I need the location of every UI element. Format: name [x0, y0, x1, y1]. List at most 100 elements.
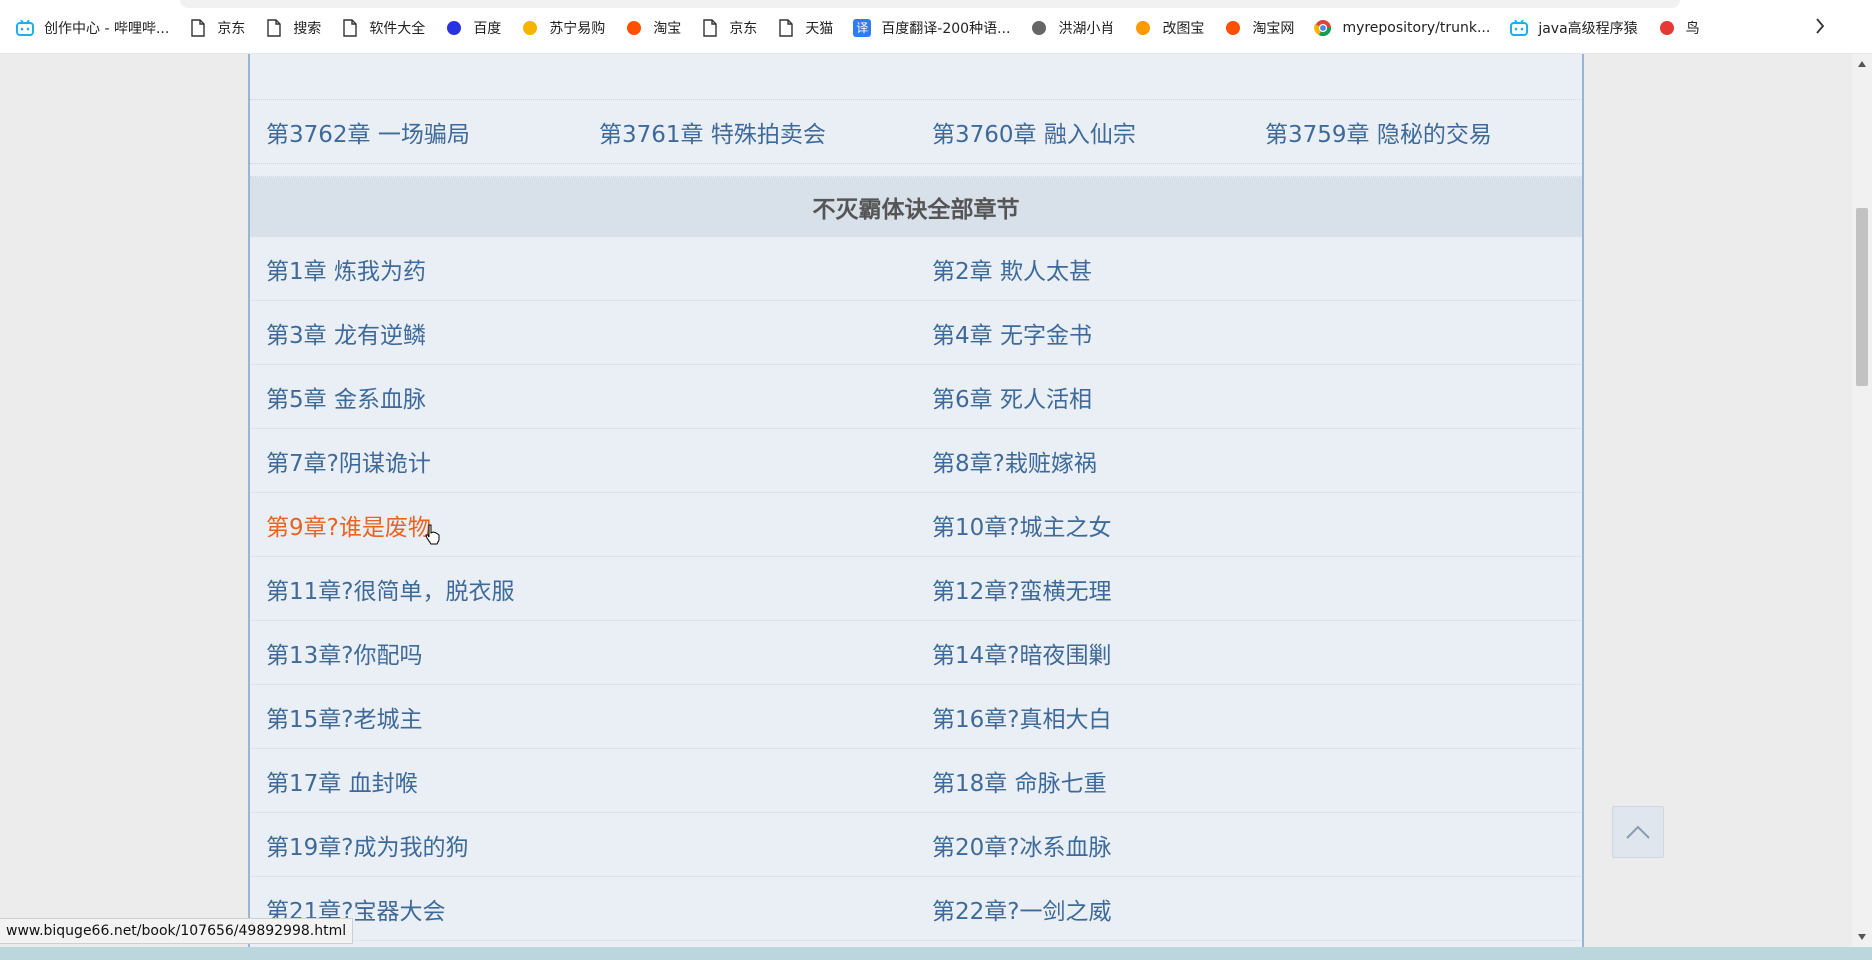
bookmarks-bar: 创作中心 - 哔哩哔... 京东 搜索 软件大全 百度 苏宁易购 淘宝 京东 天猫 译百度翻译-2… — [0, 0, 1872, 54]
bookmark-label: 淘宝 — [653, 21, 682, 37]
hand-cursor-icon — [425, 524, 440, 545]
section-title: 不灭霸体诀全部章节 — [250, 177, 1582, 237]
page-icon — [265, 19, 283, 37]
bookmark-item[interactable]: 搜索 — [265, 18, 321, 38]
scrollbar-thumb[interactable] — [1856, 208, 1868, 386]
chapter-row: 第17章 血封喉 第18章 命脉七重 — [250, 749, 1582, 813]
chapter-row: 第7章?阴谋诡计 第8章?栽赃嫁祸 — [250, 429, 1582, 493]
chapter-link[interactable]: 第15章?老城主 — [250, 685, 916, 748]
chapter-link[interactable]: 第9章?谁是废物 — [250, 493, 916, 556]
bookmark-label: 软件大全 — [369, 21, 426, 37]
chapter-row: 第15章?老城主 第16章?真相大白 — [250, 685, 1582, 749]
chapter-link[interactable]: 第18章 命脉七重 — [916, 749, 1582, 812]
bookmark-item[interactable]: 鸟 — [1658, 18, 1700, 38]
chapter-row: 第21章?宝器大会 第22章?一剑之威 — [250, 877, 1582, 941]
chapter-link[interactable] — [1249, 54, 1582, 99]
chapter-link[interactable]: 第16章?真相大白 — [916, 685, 1582, 748]
bookmark-item[interactable]: 译百度翻译-200种语... — [853, 18, 1010, 38]
gaitubao-icon — [1134, 19, 1152, 37]
bookmark-label: 天猫 — [805, 21, 834, 37]
page-icon — [701, 19, 719, 37]
section-gap — [250, 164, 1582, 177]
suning-icon — [521, 19, 539, 37]
chapter-link[interactable]: 第5章 金系血脉 — [250, 365, 916, 428]
chapter-link[interactable]: 第3760章 融入仙宗 — [916, 100, 1249, 163]
chapter-link[interactable]: 第7章?阴谋诡计 — [250, 429, 916, 492]
page-icon — [341, 19, 359, 37]
baidu-paw-icon — [445, 19, 463, 37]
bookmark-label: java高级程序猿 — [1538, 21, 1638, 37]
chapter-link[interactable]: 第3762章 一场骗局 — [250, 100, 583, 163]
bookmark-label: 搜索 — [293, 21, 322, 37]
chapter-link[interactable]: 第13章?你配吗 — [250, 621, 916, 684]
chapter-link[interactable]: 第14章?暗夜围剿 — [916, 621, 1582, 684]
bilibili-icon — [16, 19, 34, 37]
back-to-top-button[interactable] — [1612, 806, 1664, 858]
vertical-scrollbar[interactable] — [1852, 54, 1872, 947]
chapter-link[interactable] — [583, 54, 916, 99]
partial-hidden-row — [250, 54, 1582, 100]
chapter-link[interactable]: 第6章 死人活相 — [916, 365, 1582, 428]
chapter-link[interactable]: 第3章 龙有逆鳞 — [250, 301, 916, 364]
bookmark-label: 百度 — [473, 21, 502, 37]
bookmark-item[interactable]: 软件大全 — [341, 18, 425, 38]
bookmark-label: 百度翻译-200种语... — [881, 21, 1011, 37]
bookmark-item[interactable]: 创作中心 - 哔哩哔... — [16, 18, 169, 38]
bookmark-item[interactable]: 苏宁易购 — [521, 18, 605, 38]
bookmark-label: 洪湖小肖 — [1058, 21, 1115, 37]
chapter-link[interactable] — [250, 54, 583, 99]
chapter-row: 第3章 龙有逆鳞 第4章 无字金书 — [250, 301, 1582, 365]
chapter-link[interactable]: 第11章?很简单，脱衣服 — [250, 557, 916, 620]
page-viewport: 第3762章 一场骗局 第3761章 特殊拍卖会 第3760章 融入仙宗 第37… — [0, 54, 1852, 947]
bookmark-item[interactable]: 淘宝 — [625, 18, 681, 38]
chapter-row: 第9章?谁是废物 第10章?城主之女 — [250, 493, 1582, 557]
more-bookmarks-button[interactable] — [1808, 14, 1832, 38]
chapter-link[interactable]: 第19章?成为我的狗 — [250, 813, 916, 876]
chapter-link[interactable]: 第2章 欺人太甚 — [916, 237, 1582, 300]
chapter-row: 第11章?很简单，脱衣服 第12章?蛮横无理 — [250, 557, 1582, 621]
page-icon — [777, 19, 795, 37]
bookmark-item[interactable]: 天猫 — [777, 18, 833, 38]
taskbar-edge — [0, 947, 1872, 960]
scroll-up-button[interactable] — [1852, 54, 1872, 74]
bookmark-item[interactable]: 京东 — [189, 18, 245, 38]
chapter-link[interactable]: 第17章 血封喉 — [250, 749, 916, 812]
chapter-link[interactable]: 第12章?蛮横无理 — [916, 557, 1582, 620]
bookmark-item[interactable]: 改图宝 — [1134, 18, 1204, 38]
bird-icon — [1658, 19, 1676, 37]
bilibili-icon — [1510, 19, 1529, 37]
chapter-link[interactable]: 第8章?栽赃嫁祸 — [916, 429, 1582, 492]
bookmark-label: myrepository/trunk... — [1342, 20, 1491, 36]
bookmark-item[interactable]: 京东 — [701, 18, 757, 38]
triangle-down-icon — [1858, 934, 1866, 940]
taobao-icon — [625, 19, 643, 37]
baidu-translate-icon: 译 — [853, 19, 872, 37]
chapter-link[interactable]: 第1章 炼我为药 — [250, 237, 916, 300]
chevron-right-icon — [1816, 18, 1825, 34]
hawk-icon — [1030, 19, 1048, 37]
status-url: www.biquge66.net/book/107656/49892998.ht… — [0, 918, 354, 944]
chapter-link[interactable]: 第20章?冰系血脉 — [916, 813, 1582, 876]
bookmark-item[interactable]: 百度 — [445, 18, 501, 38]
bookmark-item[interactable]: 淘宝网 — [1224, 18, 1294, 38]
bookmark-item[interactable]: myrepository/trunk... — [1314, 19, 1490, 37]
chapter-link[interactable]: 第22章?一剑之威 — [916, 877, 1582, 940]
bookmark-label: 鸟 — [1685, 21, 1700, 37]
all-chapters-list: 第1章 炼我为药 第2章 欺人太甚 第3章 龙有逆鳞 第4章 无字金书 第5章 金系血脉… — [250, 237, 1582, 947]
chevron-up-icon — [1626, 825, 1650, 839]
chapter-list-panel: 第3762章 一场骗局 第3761章 特殊拍卖会 第3760章 融入仙宗 第37… — [248, 54, 1584, 947]
bookmark-label: 苏宁易购 — [549, 21, 606, 37]
chrome-icon — [1314, 19, 1332, 37]
chapter-link[interactable] — [916, 54, 1249, 99]
chapter-link[interactable]: 第10章?城主之女 — [916, 493, 1582, 556]
bookmark-item[interactable]: java高级程序猿 — [1510, 18, 1638, 38]
latest-chapters-row: 第3762章 一场骗局 第3761章 特殊拍卖会 第3760章 融入仙宗 第37… — [250, 100, 1582, 164]
bookmark-label: 创作中心 - 哔哩哔... — [44, 21, 170, 37]
scroll-down-button[interactable] — [1852, 927, 1872, 947]
bookmark-label: 淘宝网 — [1252, 21, 1295, 37]
page-icon — [189, 19, 207, 37]
chapter-link[interactable]: 第4章 无字金书 — [916, 301, 1582, 364]
chapter-link[interactable]: 第3759章 隐秘的交易 — [1249, 100, 1582, 163]
chapter-link[interactable]: 第3761章 特殊拍卖会 — [583, 100, 916, 163]
bookmark-item[interactable]: 洪湖小肖 — [1030, 18, 1114, 38]
